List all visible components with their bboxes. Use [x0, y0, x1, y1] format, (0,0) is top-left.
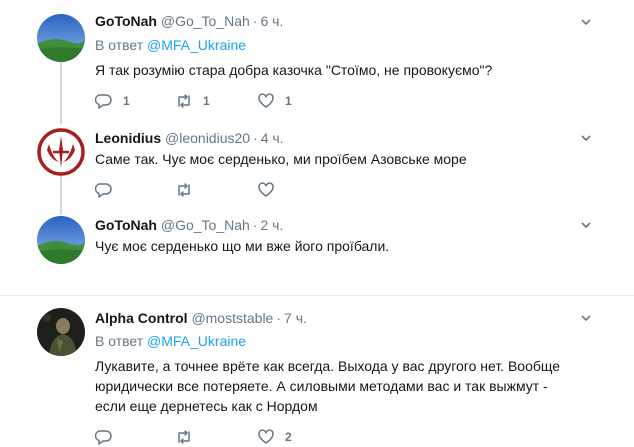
separator-dot: · — [252, 13, 258, 29]
heart-icon — [258, 429, 274, 444]
like-button[interactable]: 2 — [257, 428, 292, 446]
timestamp[interactable]: 6 ч. — [260, 13, 283, 29]
avatar[interactable] — [37, 14, 85, 62]
tweet-text: Я так розумію стара добра казочка "Стоїм… — [95, 62, 493, 78]
mention-link[interactable]: @MFA_Ukraine — [147, 37, 246, 53]
reply-button[interactable] — [95, 181, 113, 199]
like-button[interactable] — [257, 181, 275, 199]
retweet-button[interactable]: 1 — [175, 92, 210, 110]
tweet[interactable]: Alpha Control @moststable · 7 ч. В ответ @… — [0, 296, 634, 447]
author-name[interactable]: GoToNah — [95, 13, 157, 29]
retweet-count: 1 — [203, 94, 210, 108]
timestamp[interactable]: 2 ч. — [260, 217, 283, 233]
retweet-button[interactable] — [175, 181, 193, 199]
chevron-down-icon[interactable] — [580, 312, 592, 324]
like-count: 1 — [285, 94, 292, 108]
reply-prefix: В ответ — [95, 37, 144, 53]
chevron-down-icon[interactable] — [580, 132, 592, 144]
avatar[interactable] — [37, 308, 85, 356]
reply-icon — [95, 183, 112, 198]
like-count: 2 — [285, 430, 292, 444]
tweet-text: Лукавите, а точнее врёте как всегда. Вых… — [95, 358, 561, 414]
retweet-icon — [178, 94, 190, 108]
author-name[interactable]: GoToNah — [95, 217, 157, 233]
reply-button[interactable]: 1 — [95, 92, 130, 110]
retweet-button[interactable] — [175, 428, 203, 446]
reply-context: В ответ @MFA_Ukraine — [95, 332, 246, 350]
timestamp[interactable]: 4 ч. — [261, 130, 284, 146]
author-handle[interactable]: @Go_To_Nah — [161, 217, 250, 233]
author-name[interactable]: Leonidius — [95, 130, 161, 146]
heart-icon — [258, 93, 274, 108]
reply-prefix: В ответ — [95, 333, 144, 349]
retweet-icon — [178, 183, 190, 197]
chevron-down-icon[interactable] — [580, 219, 592, 231]
mention-link[interactable]: @MFA_Ukraine — [147, 333, 246, 349]
tweet-text: Чує моє серденько що ми вже його проїбал… — [95, 238, 390, 254]
author-name[interactable]: Alpha Control — [95, 310, 188, 326]
tweet[interactable]: GoToNah @Go_To_Nah · 6 ч. В ответ @MFA_Ukr… — [0, 0, 634, 125]
tweet[interactable]: Leonidius @leonidius20 · 4 ч. Саме так. Чу… — [0, 125, 634, 210]
separator-dot: · — [253, 130, 258, 146]
like-button[interactable]: 1 — [257, 92, 292, 110]
reply-context: В ответ @MFA_Ukraine — [95, 36, 246, 54]
tweet-text: Саме так. Чує моє серденько, ми проїбем … — [95, 151, 467, 167]
reply-icon — [95, 94, 112, 109]
avatar[interactable] — [37, 216, 85, 264]
tweet[interactable]: GoToNah @Go_To_Nah · 2 ч. Чує моє серденьк… — [0, 210, 634, 295]
heart-icon — [258, 182, 274, 197]
timestamp[interactable]: 7 ч. — [284, 310, 307, 326]
author-handle[interactable]: @Go_To_Nah — [161, 13, 250, 29]
separator-dot: · — [252, 217, 258, 233]
retweet-icon — [178, 430, 190, 444]
avatar[interactable] — [37, 128, 85, 176]
separator-dot: · — [276, 310, 282, 326]
author-handle[interactable]: @leonidius20 — [165, 130, 250, 146]
author-handle[interactable]: @moststable — [191, 310, 273, 326]
chevron-down-icon[interactable] — [580, 16, 592, 28]
reply-button[interactable] — [95, 428, 123, 446]
reply-icon — [95, 430, 112, 445]
reply-count: 1 — [123, 94, 130, 108]
